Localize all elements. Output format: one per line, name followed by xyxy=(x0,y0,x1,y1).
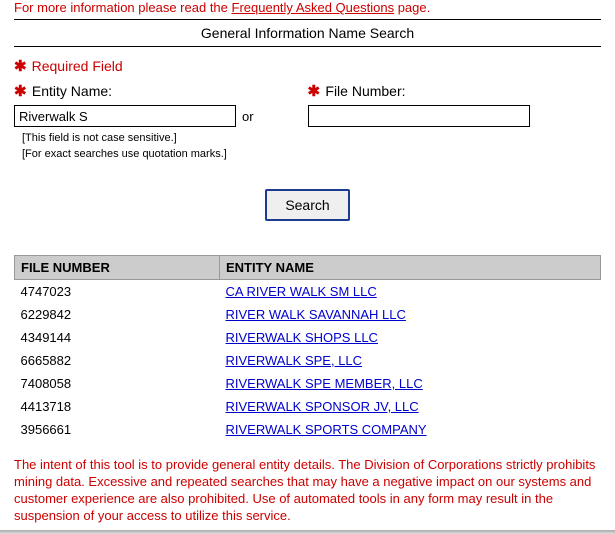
table-row: 6665882 RIVERWALK SPE, LLC xyxy=(15,349,601,372)
asterisk-icon: ✱ xyxy=(14,82,28,101)
cell-file-number: 3956661 xyxy=(15,418,220,441)
search-form: ✱ Required Field ✱ Entity Name: or [This… xyxy=(14,47,601,221)
entity-link[interactable]: RIVERWALK SPONSOR JV, LLC xyxy=(226,399,419,414)
asterisk-icon: ✱ xyxy=(308,82,322,101)
table-row: 7408058 RIVERWALK SPE MEMBER, LLC xyxy=(15,372,601,395)
cell-entity-name: RIVERWALK SHOPS LLC xyxy=(220,326,601,349)
cell-file-number: 6665882 xyxy=(15,349,220,372)
cell-file-number: 4413718 xyxy=(15,395,220,418)
table-row: 4413718 RIVERWALK SPONSOR JV, LLC xyxy=(15,395,601,418)
cell-entity-name: RIVERWALK SPORTS COMPANY xyxy=(220,418,601,441)
table-row: 4349144 RIVERWALK SHOPS LLC xyxy=(15,326,601,349)
disclaimer-text: The intent of this tool is to provide ge… xyxy=(14,457,601,525)
entity-link[interactable]: RIVERWALK SPE MEMBER, LLC xyxy=(226,376,423,391)
table-row: 6229842 RIVER WALK SAVANNAH LLC xyxy=(15,303,601,326)
cell-file-number: 4349144 xyxy=(15,326,220,349)
col-entity-name: ENTITY NAME xyxy=(220,255,601,279)
cell-entity-name: RIVERWALK SPE MEMBER, LLC xyxy=(220,372,601,395)
asterisk-icon: ✱ xyxy=(14,57,28,76)
entity-link[interactable]: RIVERWALK SHOPS LLC xyxy=(226,330,378,345)
file-number-label: File Number: xyxy=(325,83,405,99)
top-notice-suffix: page. xyxy=(394,0,430,15)
cell-entity-name: RIVER WALK SAVANNAH LLC xyxy=(220,303,601,326)
hint-case: [This field is not case sensitive.] xyxy=(22,131,308,147)
faq-link[interactable]: Frequently Asked Questions xyxy=(232,0,395,15)
entity-link[interactable]: CA RIVER WALK SM LLC xyxy=(226,284,377,299)
cell-file-number: 6229842 xyxy=(15,303,220,326)
entity-name-label: Entity Name: xyxy=(32,83,112,99)
top-notice: For more information please read the Fre… xyxy=(14,0,601,19)
top-notice-prefix: For more information please read the xyxy=(14,0,232,15)
cell-entity-name: RIVERWALK SPONSOR JV, LLC xyxy=(220,395,601,418)
results-table: FILE NUMBER ENTITY NAME 4747023 CA RIVER … xyxy=(14,255,601,441)
cell-entity-name: RIVERWALK SPE, LLC xyxy=(220,349,601,372)
or-text: or xyxy=(242,109,254,124)
entity-name-input[interactable] xyxy=(14,105,236,127)
table-row: 3956661 RIVERWALK SPORTS COMPANY xyxy=(15,418,601,441)
required-field-label: Required Field xyxy=(32,58,123,74)
table-row: 4747023 CA RIVER WALK SM LLC xyxy=(15,279,601,303)
cell-file-number: 4747023 xyxy=(15,279,220,303)
entity-link[interactable]: RIVER WALK SAVANNAH LLC xyxy=(226,307,406,322)
page-title: General Information Name Search xyxy=(14,19,601,47)
cell-entity-name: CA RIVER WALK SM LLC xyxy=(220,279,601,303)
entity-link[interactable]: RIVERWALK SPORTS COMPANY xyxy=(226,422,427,437)
entity-link[interactable]: RIVERWALK SPE, LLC xyxy=(226,353,363,368)
cell-file-number: 7408058 xyxy=(15,372,220,395)
file-number-input[interactable] xyxy=(308,105,530,127)
hint-exact: [For exact searches use quotation marks.… xyxy=(22,147,308,163)
col-file-number: FILE NUMBER xyxy=(15,255,220,279)
search-button[interactable]: Search xyxy=(265,189,349,221)
